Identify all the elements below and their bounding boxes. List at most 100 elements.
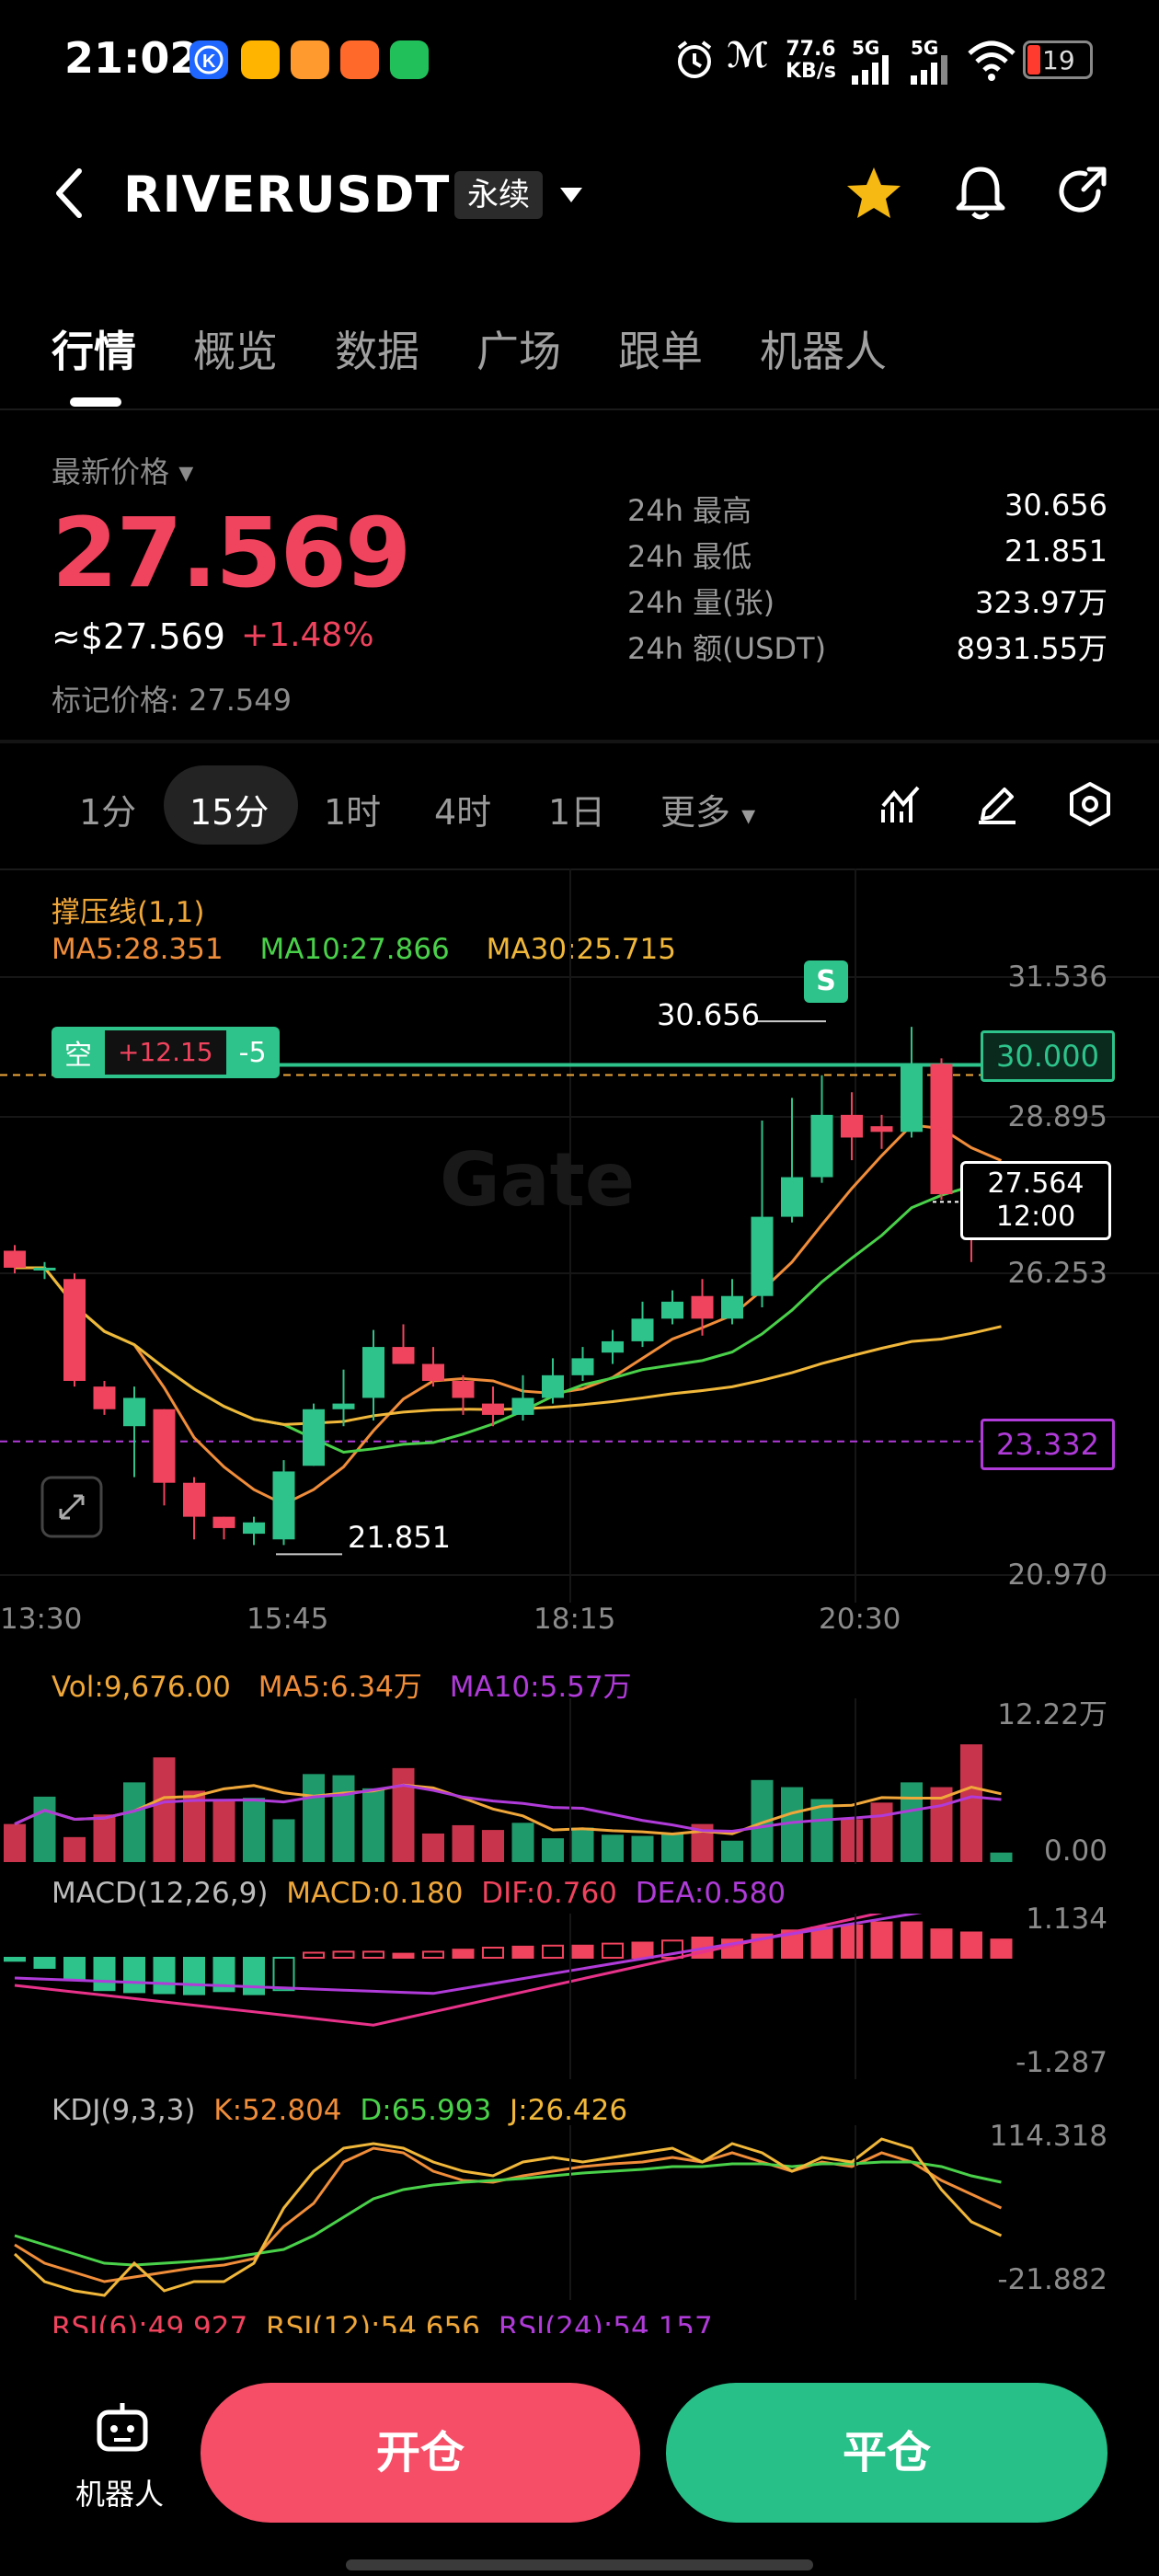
interval-1d[interactable]: 1日 [548,784,605,834]
macd-bar [183,1957,205,1995]
net-speed: 77.6 KB/s [786,38,836,83]
back-icon[interactable] [48,164,88,223]
stat-low: 24h 最低 21.851 [627,534,1107,574]
price-change: +1.48% [241,616,374,654]
x-axis-label: 18:15 [534,1603,616,1636]
candle-body [542,1374,564,1398]
draw-pencil-icon[interactable] [975,782,1019,826]
sell-signal-badge[interactable]: S [804,960,848,1003]
interval-1m[interactable]: 1分 [79,784,136,834]
app-icon-camera [291,40,329,79]
macd-bar [602,1942,624,1959]
volume-bar [123,1782,145,1862]
kdj-chart [13,2125,1003,2300]
tab-market[interactable]: 行情 [52,318,136,379]
settings-hex-icon[interactable] [1067,780,1113,828]
candle-body [781,1177,803,1217]
volume-bar [303,1774,325,1862]
volume-bar [63,1836,86,1862]
candlestick-chart[interactable] [0,868,1159,1641]
candle-body [183,1482,205,1517]
volume-bar [392,1767,415,1862]
fullscreen-icon[interactable] [40,1476,103,1538]
volume-bar [243,1798,265,1862]
tab-square[interactable]: 广场 [476,318,561,379]
candle-body [33,1267,56,1271]
candle-body [362,1347,384,1398]
candle-body [901,1064,923,1133]
indicator-icon[interactable] [879,784,922,826]
interval-1h[interactable]: 1时 [324,784,381,834]
volume-bar [571,1827,594,1862]
open-position-button[interactable]: 开仓 [201,2383,640,2523]
volume-chart [4,1698,1013,1864]
symbol-title[interactable]: RIVERUSDT [123,166,450,224]
macd-bar [422,1950,444,1960]
candle-body [602,1340,624,1353]
level-23-label[interactable]: 23.332 [981,1419,1115,1470]
contract-type-badge[interactable]: 永续 [454,171,543,219]
tab-overview[interactable]: 概览 [193,318,278,379]
robot-icon[interactable] [94,2399,151,2456]
macd-bar [93,1957,116,1992]
candle-body [841,1114,863,1138]
stat-turnover: 24h 额(USDT) 8931.55万 [627,631,1107,666]
macd-bar [452,1949,475,1960]
macd-bar [482,1947,504,1959]
x-axis-label: 15:45 [247,1603,329,1636]
volume-bar [511,1823,534,1862]
alarm-icon [677,40,712,78]
bell-icon[interactable] [951,162,1010,223]
volume-bar [960,1743,982,1862]
volume-bar [901,1782,923,1862]
macd-bar [571,1944,594,1959]
macd-bar [4,1957,26,1962]
volume-bar [452,1824,475,1862]
macd-chart [4,1914,1013,2079]
stat-high: 24h 最高 30.656 [627,488,1107,528]
caret-down-icon: ▾ [178,454,194,489]
close-position-button[interactable]: 平仓 [666,2383,1107,2523]
candle-body [303,1409,325,1466]
macd-bar [243,1957,265,1995]
symbol-dropdown-icon[interactable] [557,184,585,206]
position-tag[interactable]: 空 +12.15 -5 [52,1027,280,1078]
nfc-icon: ℳ [727,35,768,75]
volume-bar [721,1840,743,1862]
signal-icon-1 [852,55,889,85]
volume-bar [33,1796,56,1862]
volume-bar [542,1838,564,1862]
volume-bar [661,1833,683,1862]
caret-down-icon: ▾ [741,799,756,832]
x-axis-label: 20:30 [819,1603,901,1636]
y-axis-label: 31.536 [1007,960,1107,994]
candle-body [571,1358,594,1375]
candle-body [392,1347,415,1364]
macd-bar [303,1951,325,1959]
macd-bar [362,1950,384,1960]
interval-4h[interactable]: 4时 [434,784,491,834]
tab-data[interactable]: 数据 [335,318,419,379]
favorite-star-icon[interactable] [844,164,903,223]
tab-bots[interactable]: 机器人 [760,318,887,379]
share-icon[interactable] [1052,162,1111,221]
latest-price-label[interactable]: 最新价格 ▾ [52,449,193,491]
candle-body [272,1471,295,1540]
high-price-marker: 30.656 [657,997,760,1032]
tab-copy-trading[interactable]: 跟单 [618,318,703,379]
home-indicator [346,2559,813,2570]
volume-bar [332,1775,355,1862]
svg-text:K: K [202,52,216,72]
robot-label[interactable]: 机器人 [75,2471,164,2513]
wifi-icon [968,40,1016,81]
macd-bar [153,1957,176,1995]
interval-more[interactable]: 更多 ▾ [660,784,755,834]
interval-15m[interactable]: 15分 [189,784,269,834]
macd-bar [511,1945,534,1960]
level-30-label[interactable]: 30.000 [981,1030,1115,1082]
macd-bar [631,1941,654,1959]
candle-body [243,1522,265,1535]
candle-body [721,1295,743,1319]
rsi-legend: RSI(6):49.927 RSI(12):54.656 RSI(24):54.… [52,2311,713,2335]
candle-body [4,1250,26,1268]
